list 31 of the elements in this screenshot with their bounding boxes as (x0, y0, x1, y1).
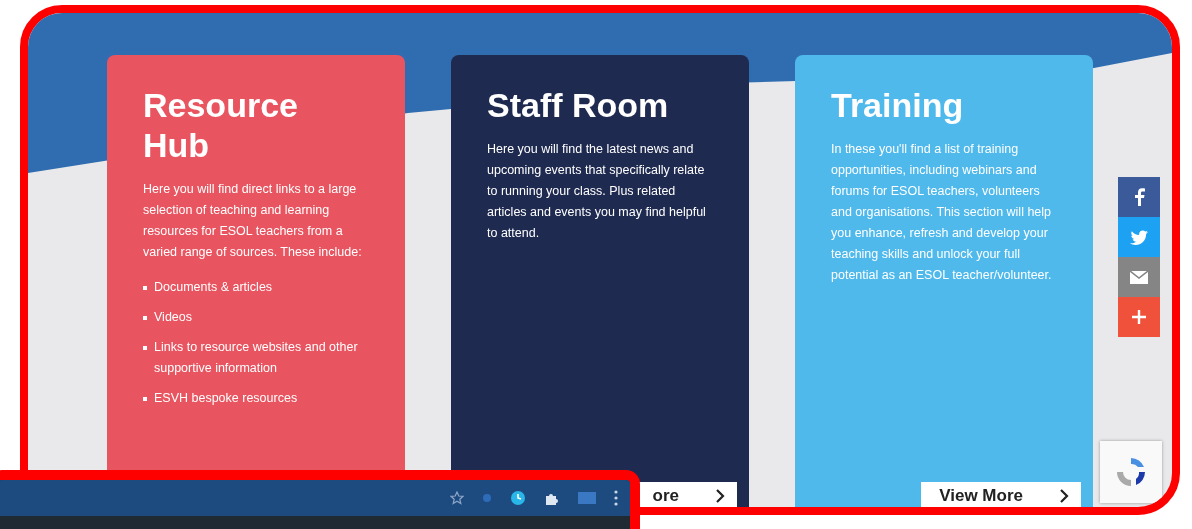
card-title: Resource Hub (143, 85, 299, 165)
list-item: Links to resource websites and other supportive information (154, 339, 359, 377)
star-icon (450, 491, 464, 505)
card-title: Staff Room (487, 85, 670, 125)
clock-icon (510, 490, 526, 506)
list-item: Documents & articles (154, 279, 273, 296)
card-text: Here you will find direct links to a large selection of teaching and learning resources for ESOL teachers from a varied range of sources. These include: (143, 181, 363, 261)
facebook-share-button[interactable] (1118, 177, 1160, 217)
twitter-share-button[interactable] (1118, 217, 1160, 257)
card-text: In these you'll find a list of training opportunities, including webinars and forums for ESOL teachers, volunteers and organisations. This section will help you enhance, refresh and develop your teaching skills and unlock your full potential as an ESOL teacher/volunteer. (831, 141, 1053, 284)
bullet-icon (143, 397, 147, 401)
bullet-icon (143, 286, 147, 290)
chevron-icon (715, 489, 725, 503)
bullet-icon (143, 346, 147, 350)
card-title: Training (831, 85, 965, 125)
facebook-icon (1133, 188, 1145, 206)
bullet-icon (143, 316, 147, 320)
email-share-button[interactable] (1118, 257, 1160, 297)
plus-icon (1132, 310, 1146, 324)
list-item: ESVH bespoke resources (154, 390, 298, 407)
envelope-icon (1130, 270, 1148, 284)
view-more-button[interactable]: View More (921, 482, 1081, 507)
menu-icon (614, 490, 618, 506)
circle-icon (482, 493, 492, 503)
more-share-button[interactable] (1118, 297, 1160, 337)
window-icon (578, 492, 596, 504)
list-item: Videos (154, 309, 192, 326)
card-text: Here you will find the latest news and upcoming events that specifically relate to running your class. Plus related articles and events you may find helpful to attend. (487, 141, 707, 242)
bird-icon (1130, 229, 1148, 245)
recaptcha-icon (1114, 455, 1148, 489)
chevron-icon (1059, 489, 1069, 503)
